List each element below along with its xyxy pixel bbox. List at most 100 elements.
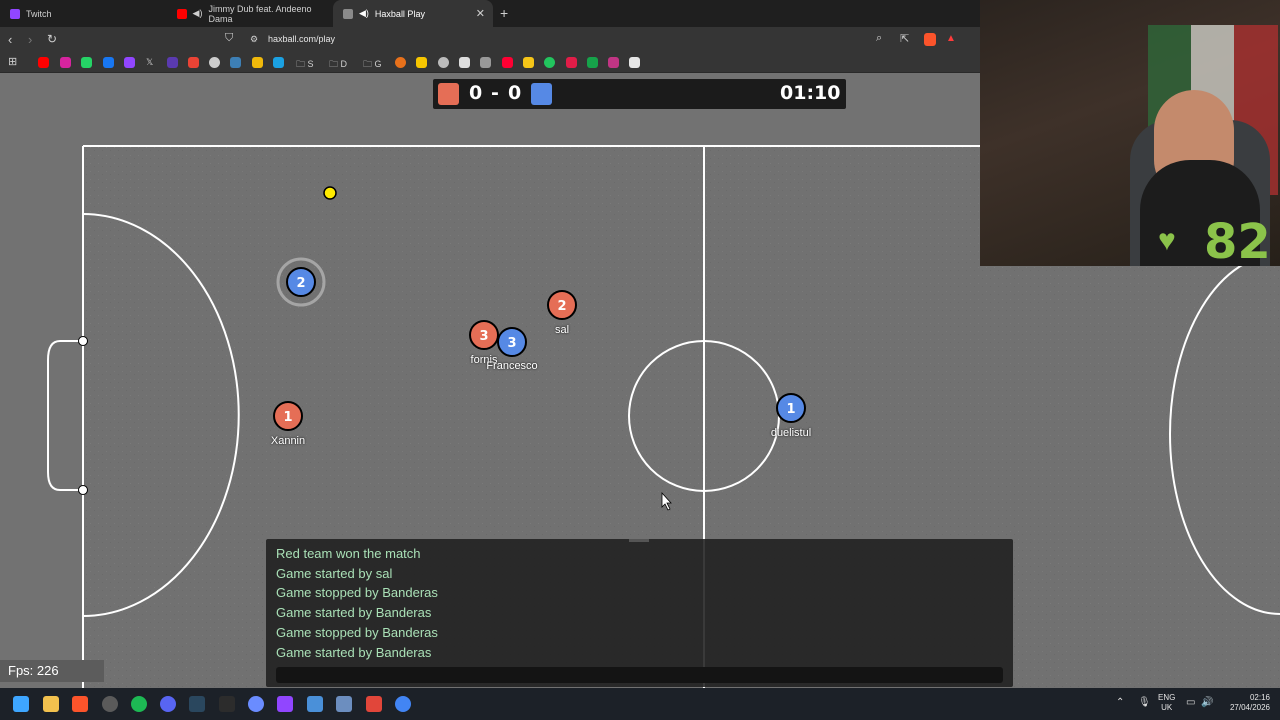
- tab-haxball[interactable]: ◀) Haxball Play ✕: [333, 0, 493, 27]
- bookmark-icon-23[interactable]: [544, 57, 555, 68]
- file-explorer-icon[interactable]: [43, 696, 59, 712]
- chat-message: Game stopped by Banderas: [276, 625, 438, 640]
- address-bar: ‹ › ↻ ⛉ ⚙ haxball.com/play ⌕ ⇱ ▲: [0, 27, 980, 53]
- microphone-icon[interactable]: 🎙: [1138, 697, 1151, 708]
- app-icon-8[interactable]: [219, 696, 235, 712]
- player-blue-1: 1: [776, 393, 806, 423]
- bookmark-icon-27[interactable]: [629, 57, 640, 68]
- folder-d-bookmark[interactable]: 🗀 D: [329, 57, 347, 73]
- share-icon[interactable]: ⇱: [900, 32, 909, 45]
- app-icon-9[interactable]: [248, 696, 264, 712]
- tab-youtube[interactable]: ◀) Jimmy Dub feat. Andeeno Dama: [167, 0, 332, 27]
- folder-s-bookmark[interactable]: 🗀 S: [296, 57, 314, 73]
- bookmark-icon-18[interactable]: [438, 57, 449, 68]
- brave-rewards-icon[interactable]: ▲: [946, 33, 956, 44]
- bookmark-icon-24[interactable]: [566, 57, 577, 68]
- bookmark-icon-25[interactable]: [587, 57, 598, 68]
- volume-icon[interactable]: 🔊: [1201, 697, 1213, 708]
- back-icon[interactable]: ‹: [8, 32, 12, 47]
- new-tab-button[interactable]: +: [500, 5, 508, 21]
- heart-icon: ♥: [1158, 224, 1176, 257]
- instagram-bookmark-icon[interactable]: [60, 57, 71, 68]
- clock-date: 27/04/2026: [1229, 703, 1270, 712]
- app-icon-12[interactable]: [336, 696, 352, 712]
- brave-shield-icon[interactable]: [924, 33, 936, 46]
- browser-tab-bar: Twitch ◀) Jimmy Dub feat. Andeeno Dama ◀…: [0, 0, 980, 27]
- tab-label: Haxball Play: [374, 8, 425, 19]
- bookmark-icon-12[interactable]: [273, 57, 284, 68]
- player-red-3: 3: [469, 320, 499, 350]
- bookmark-icon-9[interactable]: [209, 57, 220, 68]
- bookmark-icon[interactable]: ⛉: [225, 32, 233, 45]
- site-info-icon[interactable]: ⚙: [250, 34, 258, 45]
- chat-message: Red team won the match: [276, 546, 421, 561]
- bookmark-icon-11[interactable]: [252, 57, 263, 68]
- goal-post: [78, 485, 88, 495]
- settings-icon[interactable]: [102, 696, 118, 712]
- ball: [323, 186, 337, 200]
- player-name-sal: sal: [554, 324, 570, 336]
- facebook-bookmark-icon[interactable]: [103, 57, 114, 68]
- chat-resize-handle[interactable]: [629, 539, 649, 542]
- svg-text:3: 3: [507, 336, 516, 351]
- youtube-bookmark-icon[interactable]: [38, 57, 49, 68]
- haxball-icon: [343, 8, 353, 19]
- player-name-xannin: Xannin: [270, 435, 306, 447]
- steam-icon[interactable]: [189, 696, 205, 712]
- tray-overflow-icon[interactable]: ⌃: [1116, 697, 1124, 708]
- zoom-icon[interactable]: ⌕: [876, 32, 882, 45]
- score-separator: -: [491, 82, 499, 104]
- chat-panel: Red team won the match Game started by s…: [266, 539, 1013, 687]
- display-icon[interactable]: ▭: [1186, 697, 1195, 708]
- discord-icon[interactable]: [160, 696, 176, 712]
- svg-text:1: 1: [786, 402, 795, 417]
- lang-code: ENG: [1158, 693, 1176, 702]
- forward-icon[interactable]: ›: [28, 32, 32, 47]
- chat-message: Game stopped by Banderas: [276, 585, 438, 600]
- twitch-bookmark-icon[interactable]: [124, 57, 135, 68]
- spotify-icon[interactable]: [131, 696, 147, 712]
- gmail-bookmark-icon[interactable]: [188, 57, 199, 68]
- twitch-app-icon[interactable]: [277, 696, 293, 712]
- scoreboard: 0 - 0 01:10: [433, 79, 846, 109]
- app-icon-13[interactable]: [366, 696, 382, 712]
- chat-input[interactable]: [276, 667, 1003, 683]
- keyboard-language[interactable]: ENG UK: [1158, 693, 1175, 713]
- url-field[interactable]: haxball.com/play: [268, 34, 335, 44]
- apps-grid-icon[interactable]: ⊞: [8, 55, 17, 68]
- tab-twitch[interactable]: Twitch: [0, 0, 165, 27]
- fps-counter: Fps: 226: [0, 660, 104, 682]
- twitch-icon: [10, 8, 20, 19]
- bookmark-icon-7[interactable]: [167, 57, 178, 68]
- app-icon-11[interactable]: [307, 696, 323, 712]
- speaker-icon: ◀): [192, 8, 203, 18]
- bookmark-icon-17[interactable]: [416, 57, 427, 68]
- taskbar: [0, 688, 1280, 720]
- bookmark-icon-22[interactable]: [523, 57, 534, 68]
- bookmark-icon-26[interactable]: [608, 57, 619, 68]
- reload-icon[interactable]: ↻: [47, 32, 57, 46]
- youtube-icon: [177, 8, 187, 19]
- heart-rate-value: 82: [1204, 214, 1271, 270]
- tab-label: Twitch: [26, 8, 52, 19]
- bookmark-icon-21[interactable]: [502, 57, 513, 68]
- svg-text:1: 1: [283, 410, 292, 425]
- windows-start-icon[interactable]: [13, 696, 29, 712]
- chat-message: Game started by sal: [276, 566, 393, 581]
- tab-label: Jimmy Dub feat. Andeeno Dama: [208, 3, 312, 24]
- chrome-icon[interactable]: [395, 696, 411, 712]
- bookmark-icon-16[interactable]: [395, 57, 406, 68]
- player-red-2: 2: [547, 290, 577, 320]
- close-tab-icon[interactable]: ✕: [476, 7, 485, 20]
- whatsapp-bookmark-icon[interactable]: [81, 57, 92, 68]
- x-bookmark-icon[interactable]: 𝕏: [146, 57, 153, 68]
- player-blue-2: 2: [286, 267, 316, 297]
- bookmark-icon-20[interactable]: [480, 57, 491, 68]
- bookmark-icon-19[interactable]: [459, 57, 470, 68]
- blue-score: 0: [508, 82, 522, 104]
- bookmark-icon-10[interactable]: [230, 57, 241, 68]
- folder-g-bookmark[interactable]: 🗀 G: [363, 57, 382, 73]
- clock[interactable]: 02:16 27/04/2026: [1222, 693, 1270, 713]
- player-name-francesco: Francesco: [486, 360, 538, 372]
- brave-browser-icon[interactable]: [72, 696, 88, 712]
